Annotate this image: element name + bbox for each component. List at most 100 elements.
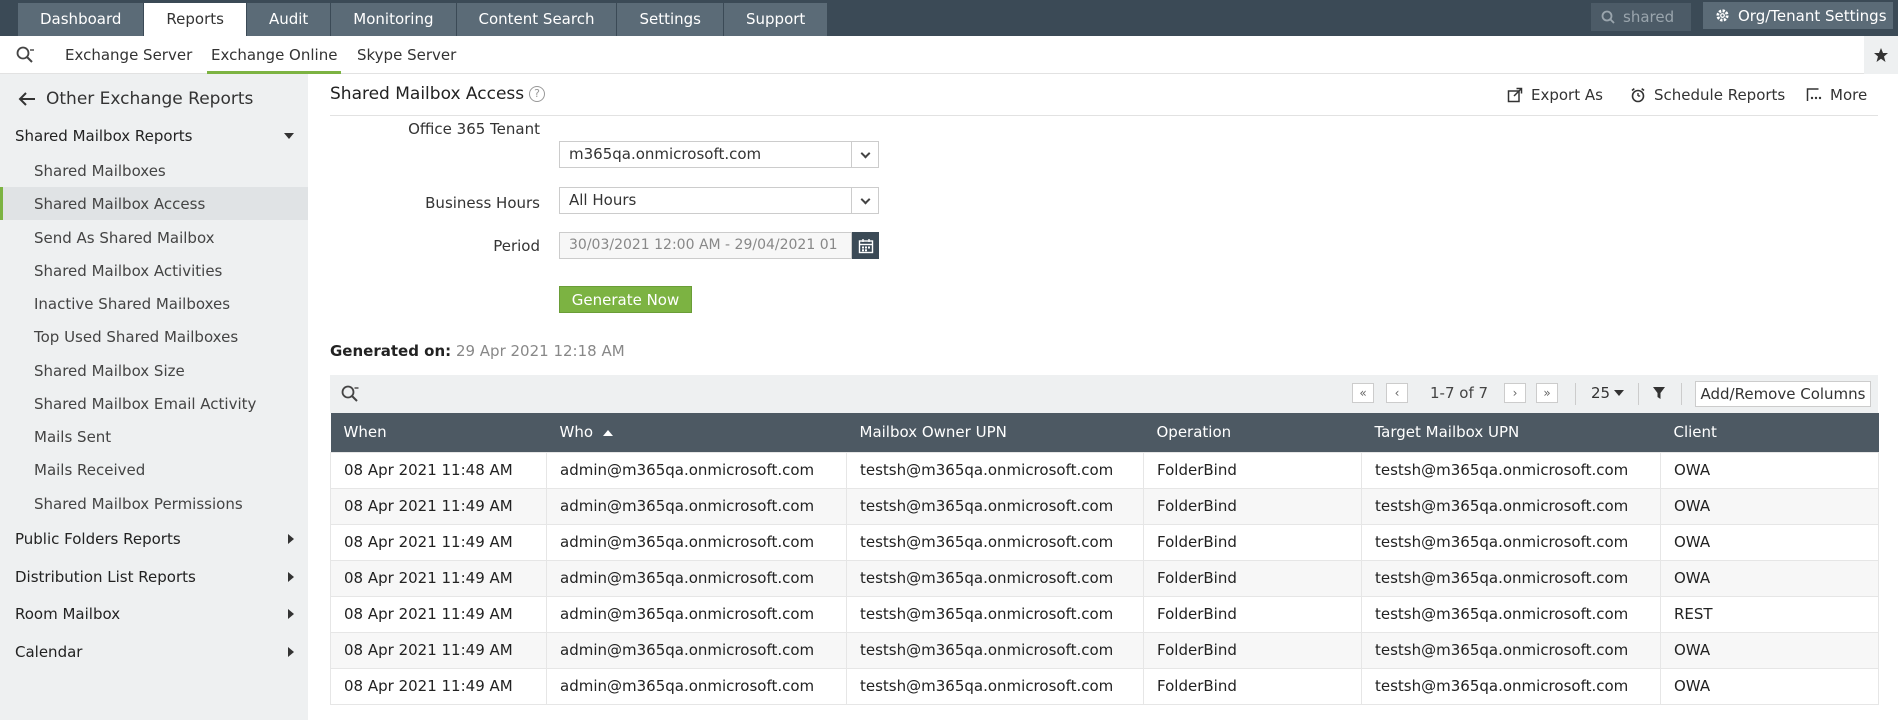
divider bbox=[330, 115, 1878, 116]
sub-nav: Exchange Server Exchange Online Skype Se… bbox=[0, 36, 1898, 74]
section-label: Calendar bbox=[15, 643, 83, 661]
more-button[interactable]: More bbox=[1806, 86, 1867, 104]
tab-monitoring[interactable]: Monitoring bbox=[331, 3, 456, 36]
prev-page-button[interactable]: ‹ bbox=[1386, 383, 1408, 403]
table-cell: admin@m365qa.onmicrosoft.com bbox=[546, 667, 847, 705]
favorite-star-button[interactable] bbox=[1864, 36, 1898, 74]
filter-icon[interactable] bbox=[1652, 386, 1666, 400]
table-row[interactable]: 08 Apr 2021 11:49 AM admin@m365qa.onmicro… bbox=[330, 487, 1879, 525]
table-cell: FolderBind bbox=[1143, 451, 1362, 489]
sidebar-item-mails-received[interactable]: Mails Received bbox=[0, 453, 308, 486]
table-row[interactable]: 08 Apr 2021 11:49 AM admin@m365qa.onmicro… bbox=[330, 631, 1879, 669]
period-input[interactable]: 30/03/2021 12:00 AM - 29/04/2021 01 bbox=[559, 232, 852, 259]
per-page-value: 25 bbox=[1591, 384, 1611, 402]
subtab-exchange-online[interactable]: Exchange Online bbox=[207, 36, 342, 74]
tab-content-search[interactable]: Content Search bbox=[456, 3, 617, 36]
next-page-button[interactable]: › bbox=[1504, 383, 1526, 403]
section-calendar[interactable]: Calendar bbox=[0, 636, 308, 668]
table-cell: testsh@m365qa.onmicrosoft.com bbox=[846, 451, 1144, 489]
period-label: Period bbox=[493, 237, 540, 255]
star-icon bbox=[1874, 48, 1888, 62]
sidebar-item-shared-mailbox-email-activity[interactable]: Shared Mailbox Email Activity bbox=[0, 387, 308, 420]
help-icon[interactable]: ? bbox=[529, 86, 545, 102]
gear-icon bbox=[1716, 9, 1729, 22]
section-room-mailbox[interactable]: Room Mailbox bbox=[0, 598, 308, 630]
table-row[interactable]: 08 Apr 2021 11:48 AM admin@m365qa.onmicro… bbox=[330, 451, 1879, 489]
generated-on-value: 29 Apr 2021 12:18 AM bbox=[455, 342, 625, 360]
table-row[interactable]: 08 Apr 2021 11:49 AM admin@m365qa.onmicro… bbox=[330, 595, 1879, 633]
last-page-button[interactable]: » bbox=[1536, 383, 1558, 403]
tab-support[interactable]: Support bbox=[724, 3, 828, 36]
export-as-button[interactable]: Export As bbox=[1507, 86, 1603, 104]
sidebar-item-shared-mailboxes[interactable]: Shared Mailboxes bbox=[0, 154, 308, 187]
sidebar-item-shared-mailbox-access[interactable]: Shared Mailbox Access bbox=[0, 187, 308, 220]
first-page-button[interactable]: « bbox=[1352, 383, 1374, 403]
sidebar-item-mails-sent[interactable]: Mails Sent bbox=[0, 420, 308, 453]
table-row[interactable]: 08 Apr 2021 11:49 AM admin@m365qa.onmicro… bbox=[330, 523, 1879, 561]
tenant-select[interactable]: m365qa.onmicrosoft.com bbox=[559, 141, 879, 168]
generated-on: Generated on: 29 Apr 2021 12:18 AM bbox=[330, 342, 625, 360]
caret-down-icon bbox=[1614, 390, 1625, 396]
table-cell: 08 Apr 2021 11:48 AM bbox=[330, 451, 547, 489]
subtab-exchange-server[interactable]: Exchange Server bbox=[61, 36, 196, 74]
tab-audit[interactable]: Audit bbox=[246, 3, 331, 36]
top-nav: Dashboard Reports Audit Monitoring Conte… bbox=[0, 0, 1898, 36]
sidebar-item-inactive-shared-mailboxes[interactable]: Inactive Shared Mailboxes bbox=[0, 287, 308, 320]
column-target-mailbox-upn[interactable]: Target Mailbox UPN bbox=[1361, 413, 1661, 452]
table-cell: OWA bbox=[1660, 631, 1879, 669]
calendar-button[interactable] bbox=[852, 232, 879, 259]
subtab-skype-server[interactable]: Skype Server bbox=[353, 36, 460, 74]
table-cell: testsh@m365qa.onmicrosoft.com bbox=[1361, 559, 1661, 597]
arrow-left-icon bbox=[18, 92, 35, 106]
business-hours-label: Business Hours bbox=[425, 194, 540, 212]
search-icon[interactable] bbox=[14, 44, 36, 66]
back-label: Other Exchange Reports bbox=[46, 89, 254, 109]
section-public-folders-reports[interactable]: Public Folders Reports bbox=[0, 523, 308, 555]
generate-now-button[interactable]: Generate Now bbox=[559, 286, 692, 313]
column-who[interactable]: Who bbox=[546, 413, 847, 452]
tab-reports[interactable]: Reports bbox=[144, 3, 246, 36]
column-client[interactable]: Client bbox=[1660, 413, 1879, 452]
table-cell: 08 Apr 2021 11:49 AM bbox=[330, 631, 547, 669]
sidebar-item-shared-mailbox-permissions[interactable]: Shared Mailbox Permissions bbox=[0, 487, 308, 520]
column-operation[interactable]: Operation bbox=[1143, 413, 1362, 452]
org-tenant-settings-button[interactable]: Org/Tenant Settings bbox=[1703, 2, 1893, 29]
add-remove-columns-button[interactable]: Add/Remove Columns bbox=[1695, 381, 1871, 407]
table-cell: testsh@m365qa.onmicrosoft.com bbox=[846, 523, 1144, 561]
table-cell: admin@m365qa.onmicrosoft.com bbox=[546, 451, 847, 489]
table-cell: testsh@m365qa.onmicrosoft.com bbox=[846, 487, 1144, 525]
section-distribution-list-reports[interactable]: Distribution List Reports bbox=[0, 561, 308, 593]
table-cell: FolderBind bbox=[1143, 667, 1362, 705]
back-to-other-exchange-reports[interactable]: Other Exchange Reports bbox=[18, 84, 253, 114]
sidebar-item-shared-mailbox-size[interactable]: Shared Mailbox Size bbox=[0, 354, 308, 387]
global-search-input[interactable]: shared bbox=[1591, 3, 1691, 31]
tab-settings[interactable]: Settings bbox=[617, 3, 723, 36]
table-cell: FolderBind bbox=[1143, 559, 1362, 597]
double-chevron-left-icon: « bbox=[1352, 383, 1374, 403]
export-icon bbox=[1507, 87, 1523, 103]
table-cell: admin@m365qa.onmicrosoft.com bbox=[546, 523, 847, 561]
sidebar-item-top-used-shared-mailboxes[interactable]: Top Used Shared Mailboxes bbox=[0, 320, 308, 353]
tenant-label: Office 365 Tenant bbox=[408, 120, 540, 138]
business-hours-select[interactable]: All Hours bbox=[559, 187, 879, 214]
per-page-select[interactable]: 25 bbox=[1591, 384, 1625, 402]
org-tenant-settings-label: Org/Tenant Settings bbox=[1738, 6, 1887, 25]
sidebar-item-send-as-shared-mailbox[interactable]: Send As Shared Mailbox bbox=[0, 221, 308, 254]
column-mailbox-owner-upn[interactable]: Mailbox Owner UPN bbox=[846, 413, 1144, 452]
table-row[interactable]: 08 Apr 2021 11:49 AM admin@m365qa.onmicro… bbox=[330, 559, 1879, 597]
schedule-reports-button[interactable]: Schedule Reports bbox=[1630, 86, 1785, 104]
tab-dashboard[interactable]: Dashboard bbox=[18, 3, 144, 36]
chevron-down-icon bbox=[851, 142, 878, 167]
table-cell: FolderBind bbox=[1143, 523, 1362, 561]
caret-down-icon bbox=[284, 133, 294, 139]
divider bbox=[1638, 383, 1639, 405]
main-content: Shared Mailbox Access ? Export As Schedu… bbox=[330, 74, 1879, 720]
sidebar-item-shared-mailbox-activities[interactable]: Shared Mailbox Activities bbox=[0, 254, 308, 287]
section-shared-mailbox-reports[interactable]: Shared Mailbox Reports bbox=[0, 120, 308, 152]
search-icon[interactable] bbox=[340, 384, 360, 404]
table-cell: 08 Apr 2021 11:49 AM bbox=[330, 487, 547, 525]
table-cell: testsh@m365qa.onmicrosoft.com bbox=[1361, 487, 1661, 525]
divider bbox=[1681, 383, 1682, 405]
table-row[interactable]: 08 Apr 2021 11:49 AM admin@m365qa.onmicro… bbox=[330, 667, 1879, 705]
column-when[interactable]: When bbox=[330, 413, 547, 452]
